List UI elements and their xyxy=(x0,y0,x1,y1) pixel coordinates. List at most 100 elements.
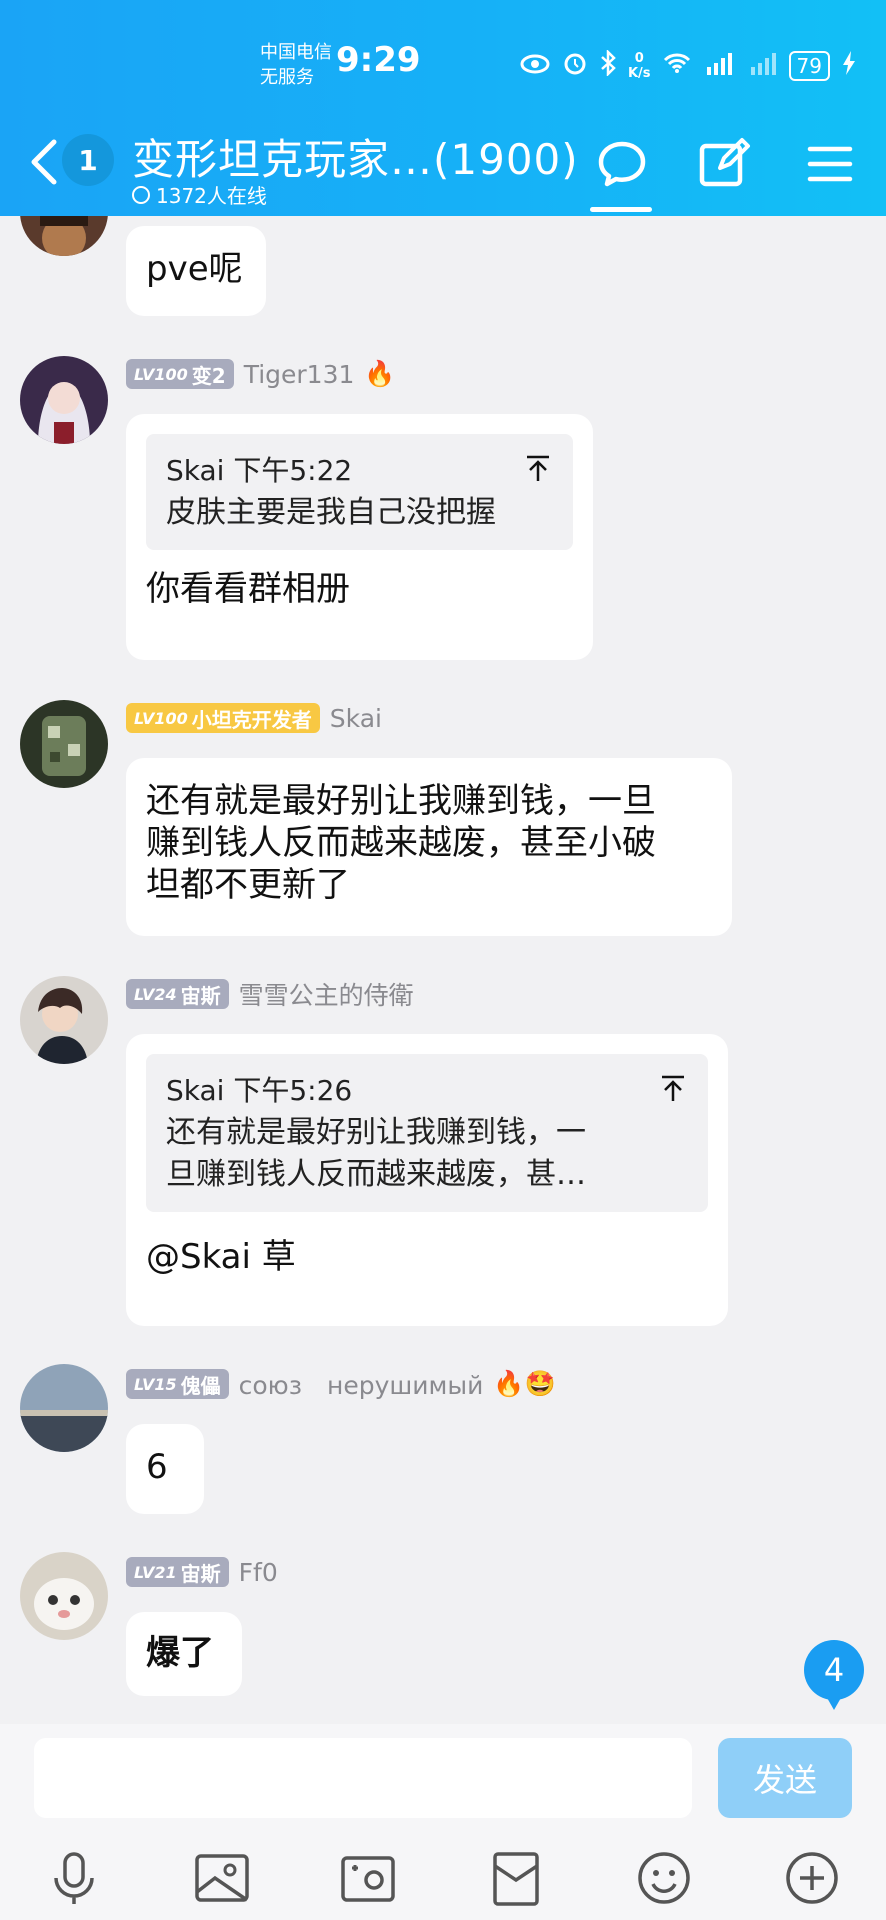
message-bubble[interactable]: 爆了 xyxy=(126,1612,242,1696)
level-value: LV24 xyxy=(134,984,177,1004)
level-title: 宙斯 xyxy=(180,983,221,1008)
quote-header: Skai 下午5:22 xyxy=(166,454,353,487)
message-text: @Skai 草 xyxy=(146,1237,296,1277)
jump-to-quote-icon[interactable] xyxy=(660,1074,686,1102)
level-title: 宙斯 xyxy=(180,1561,221,1586)
edit-icon xyxy=(699,138,750,187)
wifi-icon xyxy=(663,52,691,80)
level-value: LV100 xyxy=(134,708,188,728)
voice-button[interactable] xyxy=(44,1848,104,1908)
battery-level: 79 xyxy=(788,51,830,81)
active-tab-indicator xyxy=(590,207,652,212)
online-count-text: 1372人在线 xyxy=(156,184,267,208)
message-bubble[interactable]: 还有就是最好别让我赚到钱，一旦 赚到钱人反而越来越废，甚至小破 坦都不更新了 xyxy=(126,758,732,936)
level-badge[interactable]: LV21 宙斯 xyxy=(126,1557,229,1587)
sender-meta: LV100 小坦克开发者 Skai xyxy=(126,702,382,734)
message-text: pve呢 xyxy=(146,249,243,289)
bluetooth-icon xyxy=(600,48,616,82)
emoji-button[interactable] xyxy=(634,1848,694,1908)
level-badge[interactable]: LV100 变2 xyxy=(126,359,234,389)
send-button[interactable]: 发送 xyxy=(718,1738,852,1818)
message-text-line: 还有就是最好别让我赚到钱，一旦 xyxy=(146,781,656,821)
quote-text-line: 还有就是最好别让我赚到钱，一 xyxy=(166,1115,586,1150)
message-text: 爆了 xyxy=(146,1633,214,1673)
message-text-line: 坦都不更新了 xyxy=(146,865,350,905)
message-text: 你看看群相册 xyxy=(146,569,350,609)
avatar[interactable] xyxy=(20,356,108,444)
photo-button[interactable] xyxy=(192,1848,252,1908)
online-count[interactable]: 1372人在线 xyxy=(132,180,267,209)
message-text-line: 赚到钱人反而越来越废，甚至小破 xyxy=(146,823,656,863)
avatar[interactable] xyxy=(20,700,108,788)
back-button[interactable] xyxy=(26,134,66,190)
jump-to-quote-icon[interactable] xyxy=(525,454,551,482)
sender-name[interactable]: Tiger131 xyxy=(244,360,355,389)
chat-header: 中国电信 无服务 9:29 0 K/s 79 1 变形坦克玩家…(1900) 1… xyxy=(0,0,886,216)
quote-text: 皮肤主要是我自己没把握 xyxy=(166,495,496,530)
quote-text-line: 旦赚到钱人反而越来越废，甚… xyxy=(166,1157,586,1192)
level-title: 小坦克开发者 xyxy=(191,707,312,732)
message-bubble[interactable]: pve呢 xyxy=(126,226,266,316)
clock: 9:29 xyxy=(336,40,421,80)
carrier-name: 中国电信 xyxy=(260,42,332,63)
menu-button[interactable] xyxy=(800,134,860,194)
image-icon xyxy=(195,1854,249,1902)
message-bubble[interactable]: Skai 下午5:22 皮肤主要是我自己没把握 你看看群相册 xyxy=(126,414,593,660)
level-badge[interactable]: LV24 宙斯 xyxy=(126,979,229,1009)
plus-icon xyxy=(786,1852,838,1904)
network-speed: 0 K/s xyxy=(628,51,651,81)
level-title: 傀儡 xyxy=(180,1373,221,1398)
post-button[interactable] xyxy=(694,134,754,194)
quoted-message[interactable]: Skai 下午5:26 还有就是最好别让我赚到钱，一 旦赚到钱人反而越来越废，甚… xyxy=(146,1054,708,1212)
red-packet-icon xyxy=(493,1852,539,1906)
status-bar: 中国电信 无服务 9:29 0 K/s 79 xyxy=(0,0,886,120)
red-packet-button[interactable] xyxy=(486,1848,546,1908)
sender-meta: LV21 宙斯 Ff0 xyxy=(126,1556,278,1588)
signal-no-service-icon xyxy=(747,51,777,81)
status-icons: 0 K/s 79 xyxy=(520,46,856,86)
fire-icon: 🔥🤩 xyxy=(493,1369,556,1398)
sender-name[interactable]: Ff0 xyxy=(239,1558,278,1587)
camera-icon xyxy=(341,1856,395,1902)
new-message-count-badge[interactable]: 4 xyxy=(804,1640,864,1710)
message-input[interactable] xyxy=(34,1738,692,1818)
level-title: 变2 xyxy=(191,363,226,388)
level-value: LV100 xyxy=(134,364,188,384)
quote-header: Skai 下午5:26 xyxy=(166,1074,353,1107)
level-value: LV15 xyxy=(134,1374,177,1394)
more-button[interactable] xyxy=(782,1848,842,1908)
sender-meta: LV15 傀儡 союз нерушимый 🔥🤩 xyxy=(126,1368,556,1400)
microphone-icon xyxy=(54,1852,94,1904)
group-title[interactable]: 变形坦克玩家…(1900) xyxy=(132,126,579,187)
alarm-icon xyxy=(562,50,588,82)
speed-value: 0 xyxy=(634,51,644,66)
avatar[interactable] xyxy=(20,1552,108,1640)
signal-5g-icon xyxy=(703,51,735,81)
chat-tab-button[interactable] xyxy=(592,134,652,194)
camera-button[interactable] xyxy=(338,1848,398,1908)
online-status-icon xyxy=(132,185,150,204)
input-bar: 发送 xyxy=(0,1724,886,1920)
charging-icon xyxy=(842,51,856,81)
emoji-icon xyxy=(638,1852,690,1904)
level-badge[interactable]: LV100 小坦克开发者 xyxy=(126,703,320,733)
service-status: 无服务 xyxy=(260,67,314,88)
menu-icon xyxy=(807,146,853,182)
sender-meta: LV24 宙斯 雪雪公主的侍衛 xyxy=(126,978,414,1010)
message-bubble[interactable]: 6 xyxy=(126,1424,204,1514)
chat-bubble-icon xyxy=(598,141,646,187)
level-value: LV21 xyxy=(134,1562,177,1582)
quoted-message[interactable]: Skai 下午5:22 皮肤主要是我自己没把握 xyxy=(146,434,573,550)
message-text: 6 xyxy=(146,1447,168,1487)
avatar[interactable] xyxy=(20,1364,108,1452)
message-bubble[interactable]: Skai 下午5:26 还有就是最好别让我赚到钱，一 旦赚到钱人反而越来越废，甚… xyxy=(126,1034,728,1326)
sender-name[interactable]: союз нерушимый xyxy=(239,1366,484,1402)
speed-unit: K/s xyxy=(627,66,651,81)
avatar[interactable] xyxy=(20,976,108,1064)
level-badge[interactable]: LV15 傀儡 xyxy=(126,1369,229,1399)
sender-name[interactable]: Skai xyxy=(330,704,382,733)
unread-count-badge[interactable]: 1 xyxy=(62,134,114,186)
carrier-info: 中国电信 无服务 xyxy=(260,40,332,90)
fire-icon: 🔥 xyxy=(364,359,396,388)
sender-name[interactable]: 雪雪公主的侍衛 xyxy=(239,976,414,1012)
